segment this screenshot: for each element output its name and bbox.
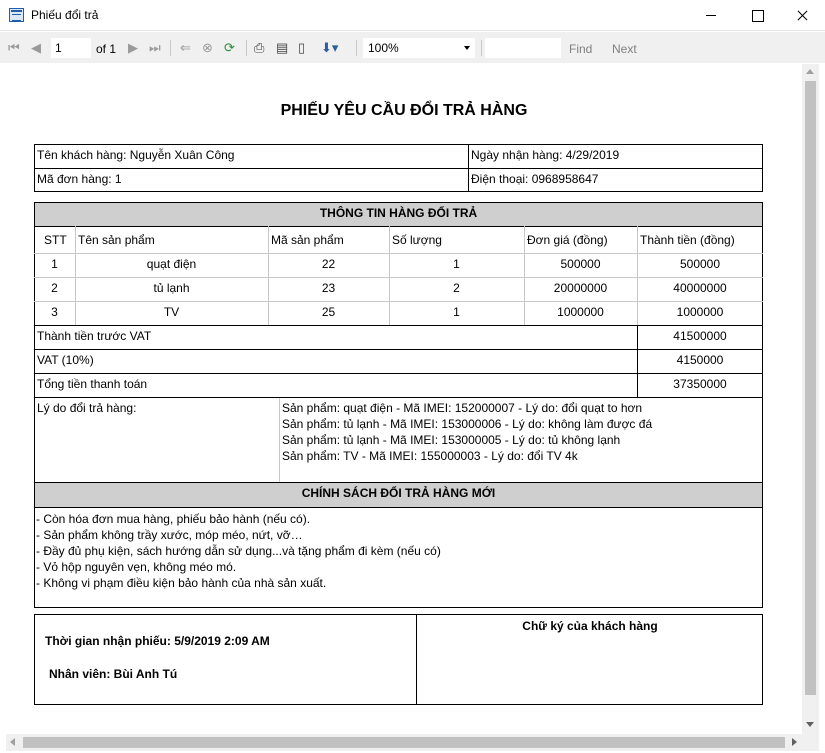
export-icon[interactable]: ⬇▾ [321,41,338,54]
minimize-button[interactable] [688,0,734,31]
window-title: Phiếu đổi trả [31,8,99,22]
chevron-down-icon [464,46,470,50]
zoom-dropdown[interactable]: 100% [363,38,475,58]
next-link[interactable]: Next [612,42,637,56]
receipt-time: Thời gian nhận phiếu: 5/9/2019 2:09 AM [45,634,270,648]
column-header: Mã sản phẩm [271,233,344,247]
page-number-input[interactable]: 1 [51,38,91,58]
reason-item: Sản phẩm: quạt điện - Mã IMEI: 152000007… [282,401,643,415]
close-button[interactable] [779,0,825,31]
table-cell: 25 [321,305,336,319]
table-cell: 2 [453,281,460,295]
print-layout-icon[interactable]: ▤ [276,41,288,54]
column-header: STT [44,233,67,247]
back-icon[interactable]: ⇐ [180,41,191,54]
reason-item: Sản phẩm: TV - Mã IMEI: 155000003 - Lý d… [282,449,578,463]
vat-label: VAT (10%) [37,353,94,367]
scrollbar-corner [802,734,819,751]
horizontal-scroll-thumb[interactable] [23,737,785,748]
last-page-icon[interactable]: ⏭ [149,41,161,54]
policy-section-title: CHÍNH SÁCH ĐỔI TRẢ HÀNG MỚI [301,486,496,500]
total-value: 37350000 [673,377,727,391]
table-cell: quạt điện [146,257,197,271]
table-cell: 1 [453,305,460,319]
items-section-title: THÔNG TIN HÀNG ĐỔI TRẢ [319,206,478,220]
table-cell: 1 [51,257,58,271]
table-cell: 1000000 [557,305,604,319]
maximize-button[interactable] [734,0,780,31]
policy-item: - Vỏ hộp nguyên vẹn, không méo mó. [36,560,237,574]
column-header: Đơn giá (đồng) [527,233,608,247]
scroll-up-icon[interactable] [806,69,814,74]
scroll-down-icon[interactable] [806,722,814,727]
policy-item: - Còn hóa đơn mua hàng, phiếu bảo hành (… [36,512,311,526]
table-cell: 3 [51,305,58,319]
table-cell: 1000000 [676,305,724,319]
policy-item: - Đầy đủ phụ kiện, sách hướng dẫn sử dụn… [36,544,441,558]
table-cell: tủ lạnh [153,281,190,295]
subtotal-label: Thành tiền trước VAT [37,329,152,343]
policy-item: - Sản phẩm không trầy xước, móp méo, nứt… [36,528,303,542]
table-cell: 22 [321,257,336,271]
page-count-label: of 1 [96,42,117,56]
page-setup-icon[interactable]: ▯ [298,41,305,54]
find-input[interactable] [485,38,561,58]
received-date: Ngày nhận hàng: 4/29/2019 [471,148,620,162]
policy-item: - Không vi phạm điều kiện bảo hành của n… [36,576,327,590]
column-header: Số lượng [392,233,442,247]
table-cell: TV [163,305,180,319]
table-cell: 40000000 [673,281,727,295]
customer-name: Tên khách hàng: Nguyễn Xuân Công [37,148,235,162]
vat-value: 4150000 [676,353,724,367]
scroll-right-icon[interactable] [792,738,797,746]
table-cell: 1 [453,257,460,271]
total-label: Tổng tiền thanh toán [37,377,148,391]
previous-page-icon[interactable]: ◀ [31,41,41,54]
scroll-left-icon[interactable] [10,738,15,746]
reason-item: Sản phẩm: tủ lạnh - Mã IMEI: 153000006 -… [282,417,653,431]
zoom-value: 100% [368,41,399,55]
column-header: Tên sản phẩm [78,233,155,247]
table-cell: 2 [51,281,58,295]
refresh-icon[interactable]: ⟳ [224,41,235,54]
first-page-icon[interactable]: ⏮ [8,41,20,54]
print-icon[interactable]: ⎙ [254,41,264,54]
order-number: Mã đơn hàng: 1 [37,172,122,186]
table-cell: 20000000 [553,281,608,295]
phone-number: Điện thoại: 0968958647 [471,172,599,186]
stop-icon[interactable]: ⊗ [202,41,213,54]
table-cell: 500000 [560,257,601,271]
title-bar: Phiếu đổi trả [0,0,825,31]
reason-label: Lý do đổi trả hàng: [37,401,137,415]
subtotal-value: 41500000 [673,329,727,343]
reason-item: Sản phẩm: tủ lạnh - Mã IMEI: 153000005 -… [282,433,621,447]
signature-label: Chữ ký của khách hàng [522,619,658,633]
vertical-scroll-thumb[interactable] [805,81,816,695]
report-page: PHIẾU YÊU CẦU ĐỔI TRẢ HÀNG Tên khách hàn… [6,64,802,734]
column-header: Thành tiền (đồng) [640,233,735,247]
table-cell: 23 [321,281,336,295]
next-page-icon[interactable]: ▶ [128,41,138,54]
table-cell: 500000 [679,257,721,271]
staff-name: Nhân viên: Bùi Anh Tú [49,667,178,681]
report-title: PHIẾU YÊU CẦU ĐỔI TRẢ HÀNG [280,102,528,119]
find-link[interactable]: Find [569,42,592,56]
app-form-icon [9,8,24,22]
